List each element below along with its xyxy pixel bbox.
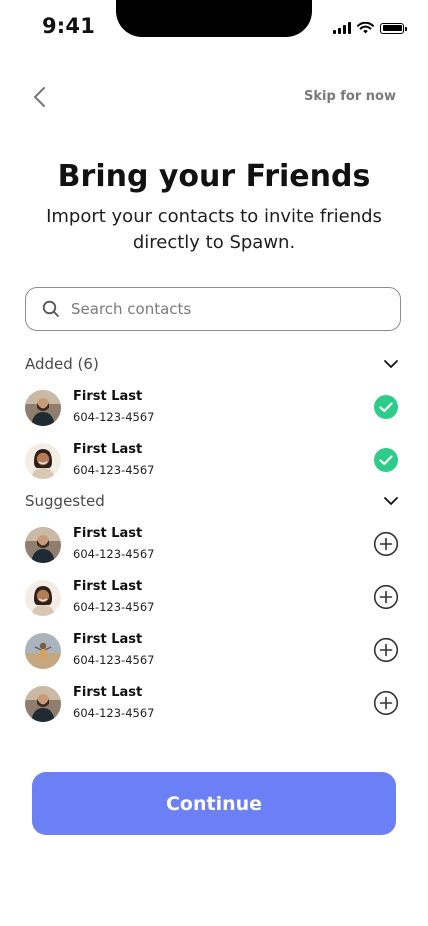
wifi-icon: [357, 22, 374, 34]
contact-row[interactable]: First Last 604-123-4567: [25, 388, 401, 430]
added-section-label: Added (6): [25, 355, 99, 373]
contact-row[interactable]: First Last 604-123-4567: [25, 441, 401, 483]
status-icons: [333, 22, 407, 34]
check-circle-icon[interactable]: [373, 394, 399, 420]
continue-button[interactable]: Continue: [32, 772, 396, 835]
contact-avatar: [25, 390, 61, 426]
search-input[interactable]: [69, 299, 373, 319]
contact-name: First Last: [73, 389, 143, 404]
contact-name: First Last: [73, 526, 143, 541]
chevron-left-icon: [34, 87, 45, 107]
suggested-section-label: Suggested: [25, 492, 105, 510]
added-section-header[interactable]: Added (6): [25, 352, 401, 376]
status-time: 9:41: [42, 14, 96, 38]
contact-phone: 604-123-4567: [73, 463, 155, 477]
contact-row[interactable]: First Last 604-123-4567: [25, 684, 401, 726]
page-subtitle: Import your contacts to invite friends d…: [46, 206, 382, 253]
contact-row[interactable]: First Last 604-123-4567: [25, 578, 401, 620]
contact-phone: 604-123-4567: [73, 410, 155, 424]
chevron-down-icon[interactable]: [381, 354, 401, 374]
suggested-section-header[interactable]: Suggested: [25, 489, 401, 513]
contact-row[interactable]: First Last 604-123-4567: [25, 631, 401, 673]
contact-name: First Last: [73, 632, 143, 647]
search-bar[interactable]: [25, 287, 401, 331]
contact-avatar: [25, 633, 61, 669]
contact-name: First Last: [73, 579, 143, 594]
add-circle-icon[interactable]: [373, 584, 399, 610]
contact-phone: 604-123-4567: [73, 600, 155, 614]
contact-avatar: [25, 443, 61, 479]
contact-phone: 604-123-4567: [73, 653, 155, 667]
contact-phone: 604-123-4567: [73, 706, 155, 720]
add-circle-icon[interactable]: [373, 690, 399, 716]
contact-row[interactable]: First Last 604-123-4567: [25, 525, 401, 567]
check-circle-icon[interactable]: [373, 447, 399, 473]
add-circle-icon[interactable]: [373, 637, 399, 663]
cellular-signal-icon: [333, 22, 351, 34]
contact-name: First Last: [73, 442, 143, 457]
battery-icon: [380, 22, 407, 34]
contact-phone: 604-123-4567: [73, 547, 155, 561]
contact-avatar: [25, 686, 61, 722]
page-title: Bring your Friends: [57, 159, 371, 194]
search-icon: [42, 300, 59, 317]
contact-avatar: [25, 580, 61, 616]
chevron-down-icon[interactable]: [381, 491, 401, 511]
device-notch: [116, 0, 312, 37]
status-bar: 9:41: [0, 0, 428, 48]
skip-for-now-link[interactable]: Skip for now: [304, 89, 396, 104]
contact-avatar: [25, 527, 61, 563]
contact-name: First Last: [73, 685, 143, 700]
back-button[interactable]: [28, 84, 50, 110]
add-circle-icon[interactable]: [373, 531, 399, 557]
